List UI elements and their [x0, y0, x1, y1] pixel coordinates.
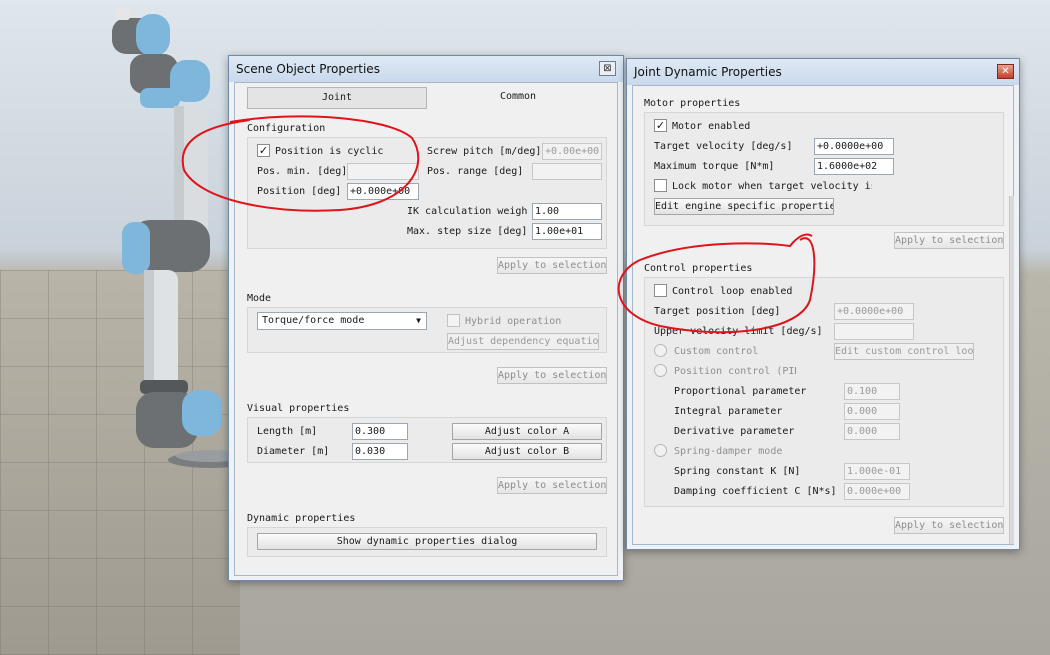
scene-object-properties-window: Scene Object Properties ⊠ Joint Common C…: [228, 55, 624, 581]
mode-select-value: Torque/force mode: [262, 315, 365, 326]
tab-common[interactable]: Common: [429, 87, 607, 109]
position-field[interactable]: +0.000e+00: [347, 183, 419, 200]
derivative-field[interactable]: 0.000: [844, 423, 900, 440]
spring-damper-radio[interactable]: [654, 444, 667, 457]
proportional-field[interactable]: 0.100: [844, 383, 900, 400]
damping-label: Damping coefficient C [N*s]: [674, 486, 837, 497]
ik-weight-label: IK calculation weigh: [407, 206, 528, 217]
max-step-label: Max. step size [deg]: [407, 226, 528, 237]
control-loop-checkbox[interactable]: [654, 284, 667, 297]
damping-field[interactable]: 0.000e+00: [844, 483, 910, 500]
tab-joint[interactable]: Joint: [247, 87, 427, 109]
window-content: Joint Common Configuration ✓ Position is…: [234, 82, 618, 576]
motor-apply-button[interactable]: Apply to selection: [894, 232, 1004, 249]
configuration-apply-button[interactable]: Apply to selection: [497, 257, 607, 274]
pos-min-field[interactable]: [347, 163, 419, 180]
edit-engine-properties-button[interactable]: Edit engine specific properties: [654, 198, 834, 215]
adjust-dependency-button[interactable]: Adjust dependency equation: [447, 333, 599, 350]
lock-motor-checkbox[interactable]: [654, 179, 667, 192]
ik-weight-field[interactable]: 1.00: [532, 203, 602, 220]
custom-control-label: Custom control: [674, 346, 759, 357]
joint-dynamic-properties-window: Joint Dynamic Properties ✕ Motor propert…: [626, 58, 1020, 550]
window-content: Motor properties ✓ Motor enabled Target …: [632, 85, 1014, 545]
vertical-scrollbar[interactable]: [1009, 196, 1014, 544]
max-step-field[interactable]: 1.00e+01: [532, 223, 602, 240]
close-icon[interactable]: ⊠: [599, 61, 616, 76]
window-title-bar[interactable]: Joint Dynamic Properties: [627, 59, 1019, 85]
target-position-label: Target position [deg]: [654, 306, 781, 317]
mode-select[interactable]: Torque/force mode ▼: [257, 312, 427, 330]
lock-motor-label: Lock motor when target velocity is: [672, 181, 872, 192]
show-dynamic-properties-button[interactable]: Show dynamic properties dialog: [257, 533, 597, 550]
length-label: Length [m]: [257, 426, 318, 437]
hybrid-operation-label: Hybrid operation: [465, 316, 562, 327]
diameter-label: Diameter [m]: [257, 446, 330, 457]
position-control-label: Position control (PID): [674, 366, 796, 377]
derivative-label: Derivative parameter: [674, 426, 795, 437]
visual-apply-button[interactable]: Apply to selection: [497, 477, 607, 494]
mode-header: Mode: [247, 293, 272, 304]
upper-velocity-field[interactable]: [834, 323, 914, 340]
integral-label: Integral parameter: [674, 406, 783, 417]
dynamic-properties-header: Dynamic properties: [247, 513, 356, 524]
spring-constant-field[interactable]: 1.000e-01: [844, 463, 910, 480]
position-label: Position [deg]: [257, 186, 342, 197]
spring-constant-label: Spring constant K [N]: [674, 466, 801, 477]
robot-arm-model[interactable]: [100, 8, 230, 478]
configuration-header: Configuration: [247, 123, 326, 134]
adjust-color-a-button[interactable]: Adjust color A: [452, 423, 602, 440]
pos-range-label: Pos. range [deg]: [427, 166, 524, 177]
max-torque-label: Maximum torque [N*m]: [654, 161, 775, 172]
window-title: Scene Object Properties: [236, 62, 380, 76]
motor-enabled-checkbox[interactable]: ✓: [654, 119, 667, 132]
pos-range-field[interactable]: [532, 163, 602, 180]
close-icon[interactable]: ✕: [997, 64, 1014, 79]
adjust-color-b-button[interactable]: Adjust color B: [452, 443, 602, 460]
pos-min-label: Pos. min. [deg]: [257, 166, 348, 177]
screw-pitch-field[interactable]: +0.00e+00: [542, 143, 602, 160]
target-velocity-label: Target velocity [deg/s]: [654, 141, 793, 152]
diameter-field[interactable]: 0.030: [352, 443, 408, 460]
control-apply-button[interactable]: Apply to selection: [894, 517, 1004, 534]
motor-enabled-label: Motor enabled: [672, 121, 751, 132]
target-velocity-field[interactable]: +0.0000e+00: [814, 138, 894, 155]
max-torque-field[interactable]: 1.6000e+02: [814, 158, 894, 175]
window-title: Joint Dynamic Properties: [634, 65, 782, 79]
motor-properties-header: Motor properties: [644, 98, 741, 109]
target-position-field[interactable]: +0.0000e+00: [834, 303, 914, 320]
spring-damper-label: Spring-damper mode: [674, 446, 783, 457]
chevron-down-icon: ▼: [416, 316, 421, 325]
position-cyclic-checkbox[interactable]: ✓: [257, 144, 270, 157]
mode-apply-button[interactable]: Apply to selection: [497, 367, 607, 384]
visual-properties-header: Visual properties: [247, 403, 350, 414]
window-title-bar[interactable]: Scene Object Properties: [229, 56, 623, 82]
control-loop-label: Control loop enabled: [672, 286, 793, 297]
position-cyclic-label: Position is cyclic: [275, 146, 384, 157]
position-control-radio[interactable]: [654, 364, 667, 377]
proportional-label: Proportional parameter: [674, 386, 807, 397]
length-field[interactable]: 0.300: [352, 423, 408, 440]
integral-field[interactable]: 0.000: [844, 403, 900, 420]
hybrid-operation-checkbox[interactable]: [447, 314, 460, 327]
custom-control-radio[interactable]: [654, 344, 667, 357]
upper-velocity-label: Upper velocity limit [deg/s]: [654, 326, 823, 337]
control-properties-header: Control properties: [644, 263, 753, 274]
screw-pitch-label: Screw pitch [m/deg]: [427, 146, 542, 157]
edit-custom-control-button[interactable]: Edit custom control loop: [834, 343, 974, 360]
